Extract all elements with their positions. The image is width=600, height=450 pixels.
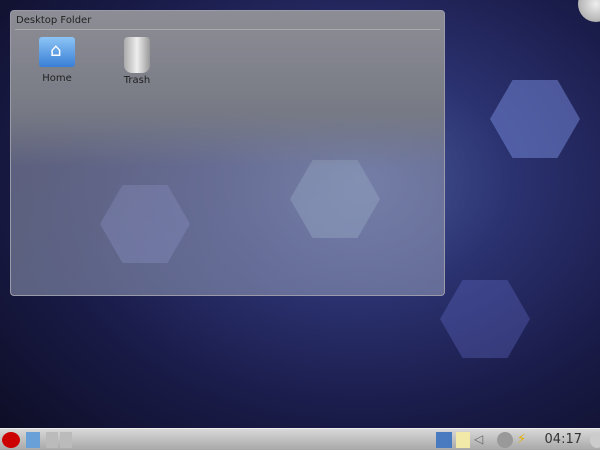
wallpaper-hexagon [490, 80, 580, 158]
taskbar-panel: ◁ ⚡ 04:17 [0, 428, 600, 450]
device-notifier-icon[interactable] [26, 432, 40, 448]
clock[interactable]: 04:17 [545, 432, 582, 447]
network-icon[interactable] [436, 432, 452, 448]
divider [15, 29, 440, 30]
icon-label: Home [42, 73, 72, 84]
klipper-clipboard-icon[interactable] [456, 432, 470, 448]
battery-icon[interactable]: ⚡ [517, 432, 537, 448]
volume-icon[interactable]: ◁ [474, 432, 488, 448]
trash-icon [124, 37, 150, 73]
panel-toolbox-button[interactable] [590, 432, 600, 448]
home-folder-icon [39, 37, 75, 67]
icon-label: Trash [123, 75, 151, 86]
info-icon[interactable] [497, 432, 513, 448]
desktop-icon-trash[interactable]: Trash [107, 37, 167, 86]
desktop-toolbox-button[interactable] [578, 0, 600, 22]
pager-icon[interactable] [46, 432, 72, 448]
wallpaper-hexagon [440, 280, 530, 358]
folder-title: Desktop Folder [16, 15, 92, 26]
desktop-icon-home[interactable]: Home [27, 37, 87, 84]
desktop-folder-widget: Desktop Folder Home Trash [10, 10, 445, 296]
application-launcher-icon[interactable] [2, 432, 20, 448]
